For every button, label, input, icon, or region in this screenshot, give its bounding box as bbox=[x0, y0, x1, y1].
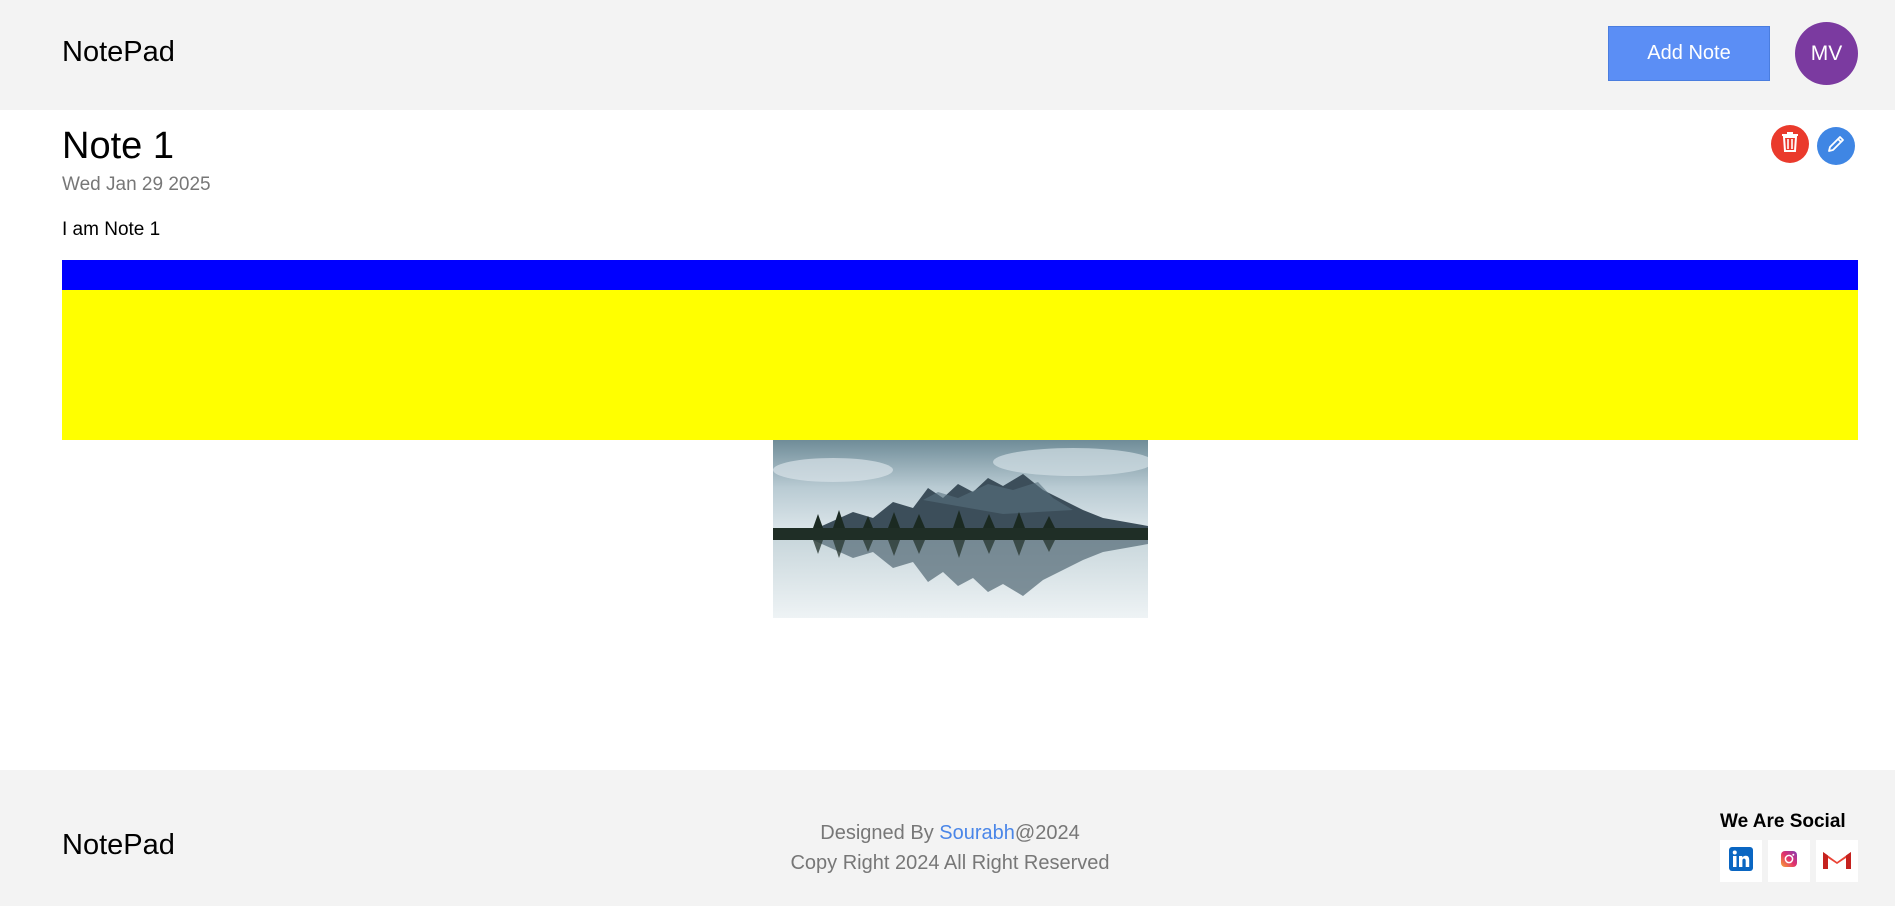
navbar: NotePad Add Note MV bbox=[0, 0, 1895, 110]
note-title: Note 1 bbox=[62, 125, 174, 167]
note-yellow-band bbox=[62, 290, 1858, 440]
user-avatar[interactable]: MV bbox=[1795, 22, 1858, 85]
pencil-icon bbox=[1825, 133, 1847, 160]
edit-note-button[interactable] bbox=[1817, 127, 1855, 165]
designed-by-line: Designed By Sourabh@2024 bbox=[700, 818, 1200, 848]
footer: NotePad Designed By Sourabh@2024 Copy Ri… bbox=[0, 770, 1895, 906]
copyright-text: Copy Right 2024 All Right Reserved bbox=[790, 852, 1110, 874]
footer-credits: Designed By Sourabh@2024 Copy Right 2024… bbox=[700, 818, 1200, 878]
note-body: I am Note 1 bbox=[62, 219, 161, 240]
designer-link[interactable]: Sourabh bbox=[939, 822, 1015, 844]
brand-logo[interactable]: NotePad bbox=[62, 35, 175, 69]
social-title: We Are Social bbox=[1720, 811, 1846, 832]
add-note-button[interactable]: Add Note bbox=[1608, 26, 1770, 81]
instagram-icon bbox=[1778, 848, 1800, 875]
designed-by-suffix: @2024 bbox=[1014, 822, 1080, 844]
note-blue-band bbox=[62, 260, 1858, 290]
linkedin-link[interactable] bbox=[1720, 840, 1762, 882]
delete-note-button[interactable] bbox=[1771, 125, 1809, 163]
footer-brand: NotePad bbox=[62, 829, 175, 861]
gmail-icon bbox=[1821, 847, 1853, 876]
designed-by-prefix: Designed By bbox=[820, 822, 940, 844]
instagram-link[interactable] bbox=[1768, 840, 1810, 882]
trash-icon bbox=[1780, 131, 1800, 158]
gmail-link[interactable] bbox=[1816, 840, 1858, 882]
note-image-mountain-lake bbox=[773, 440, 1148, 618]
linkedin-icon bbox=[1729, 846, 1753, 876]
note-date: Wed Jan 29 2025 bbox=[62, 174, 211, 195]
